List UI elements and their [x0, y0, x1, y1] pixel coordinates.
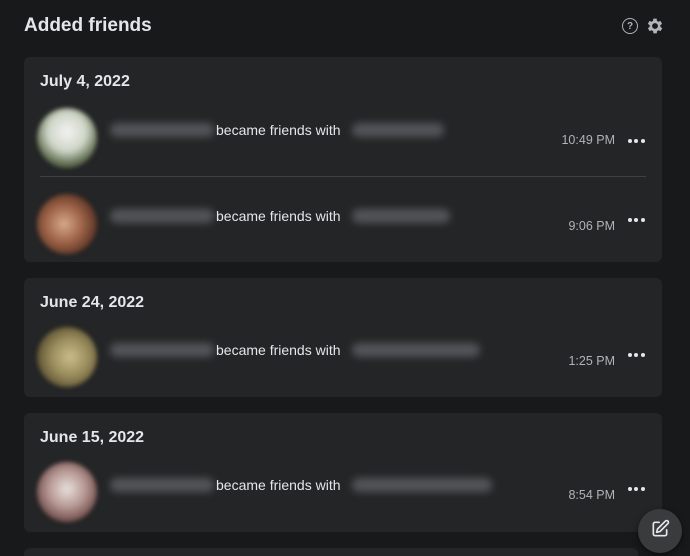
more-options-button[interactable]: [626, 348, 646, 362]
group-date: June 15, 2022: [40, 429, 145, 446]
timestamp: 10:49 PM: [561, 133, 615, 147]
timestamp: 9:06 PM: [568, 219, 615, 233]
friend-entry[interactable]: became friends with 9:06 PM: [24, 186, 662, 256]
friends-group-card: July 4, 2022 became friends with 10:49 P…: [24, 57, 662, 262]
help-icon[interactable]: ?: [622, 18, 638, 34]
blurred-friend-name[interactable]: [352, 209, 450, 223]
page-title: Added friends: [24, 15, 152, 36]
timestamp: 8:54 PM: [568, 488, 615, 502]
avatar[interactable]: [37, 194, 97, 254]
added-friends-page: Added friends ? July 4, 2022 became frie…: [0, 0, 690, 556]
blurred-user-name[interactable]: [110, 209, 214, 223]
blurred-friend-name[interactable]: [352, 343, 480, 357]
group-date: July 4, 2022: [40, 73, 130, 90]
more-options-button[interactable]: [626, 482, 646, 496]
friend-entry[interactable]: became friends with 8:54 PM: [24, 454, 662, 524]
group-date: June 24, 2022: [40, 294, 145, 311]
activity-text: became friends with: [216, 208, 341, 224]
edit-icon: [650, 519, 670, 544]
gear-icon[interactable]: [644, 15, 666, 37]
activity-text: became friends with: [216, 342, 341, 358]
header-actions: ?: [622, 15, 666, 37]
avatar[interactable]: [37, 108, 97, 168]
avatar[interactable]: [37, 462, 97, 522]
blurred-friend-name[interactable]: [352, 123, 444, 137]
page-header: Added friends ?: [24, 12, 666, 40]
blurred-friend-name[interactable]: [352, 478, 492, 492]
divider: [40, 176, 646, 177]
activity-text: became friends with: [216, 122, 341, 138]
more-options-button[interactable]: [626, 213, 646, 227]
more-options-button[interactable]: [626, 134, 646, 148]
friend-entry[interactable]: became friends with 10:49 PM: [24, 100, 662, 170]
compose-button[interactable]: [638, 509, 682, 553]
friends-group-card: June 15, 2022 became friends with 8:54 P…: [24, 413, 662, 532]
next-group-card-partial: [24, 548, 638, 556]
blurred-user-name[interactable]: [110, 343, 214, 357]
blurred-user-name[interactable]: [110, 123, 214, 137]
avatar[interactable]: [37, 327, 97, 387]
friend-entry[interactable]: became friends with 1:25 PM: [24, 319, 662, 389]
activity-text: became friends with: [216, 477, 341, 493]
blurred-user-name[interactable]: [110, 478, 214, 492]
friends-group-card: June 24, 2022 became friends with 1:25 P…: [24, 278, 662, 397]
timestamp: 1:25 PM: [568, 354, 615, 368]
